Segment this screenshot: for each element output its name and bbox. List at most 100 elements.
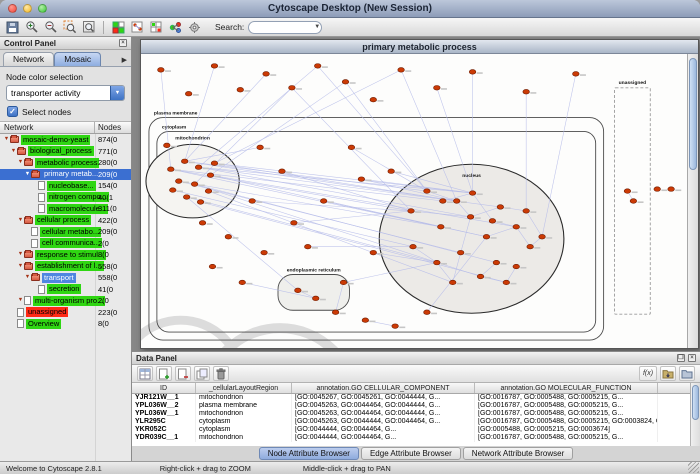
table-cell[interactable]: mitochondrion (196, 410, 292, 418)
network-node[interactable] (291, 221, 298, 226)
network-node[interactable] (457, 250, 464, 255)
network-node[interactable] (370, 250, 377, 255)
network-node[interactable] (199, 221, 206, 226)
table-cell[interactable]: cytoplasm (196, 418, 292, 426)
network-node[interactable] (312, 296, 319, 301)
table-cell[interactable]: [GO:0016787, GO:0005488, GO:0005215, G..… (475, 410, 658, 418)
network-edge[interactable] (187, 197, 298, 290)
network-node[interactable] (358, 177, 365, 182)
table-cell[interactable]: [GO:0016787, GO:0005488, GO:0005215, G..… (475, 402, 658, 410)
network-node[interactable] (209, 264, 216, 269)
network-node[interactable] (305, 244, 312, 249)
scrollbar-thumb[interactable] (692, 385, 699, 420)
tab-network[interactable]: Network (3, 52, 54, 66)
table-row[interactable]: YPL036W__2plasma membrane[GO:0045263, GO… (132, 402, 690, 410)
network-node[interactable] (314, 64, 321, 69)
network-node[interactable] (340, 280, 347, 285)
network-edge[interactable] (214, 70, 401, 163)
network-edge[interactable] (346, 82, 427, 191)
network-node[interactable] (527, 244, 534, 249)
table-cell[interactable]: [GO:0016787, GO:0005488, GO:0005215, G..… (475, 394, 658, 402)
table-cell[interactable]: [GO:0044444, GO:0044464, G... (292, 434, 475, 442)
tree-row[interactable]: ▼mosaic-demo-yeast874(0 (0, 134, 131, 146)
table-cell[interactable]: YKR052C (132, 426, 196, 434)
table-cell[interactable]: [GO:0045267, GO:0045261, GO:0044444, G..… (292, 394, 475, 402)
network-node[interactable] (398, 68, 405, 73)
network-node[interactable] (513, 264, 520, 269)
window-titlebar[interactable]: Cytoscape Desktop (New Session) (0, 0, 700, 18)
tab-edge-attribute-browser[interactable]: Edge Attribute Browser (361, 447, 461, 460)
node-color-select[interactable]: transporter activity (6, 85, 125, 101)
tab-node-attribute-browser[interactable]: Node Attribute Browser (259, 447, 359, 460)
network-node[interactable] (410, 244, 417, 249)
float-panel-icon[interactable]: ❐ (677, 354, 685, 362)
network-node[interactable] (295, 288, 302, 293)
network-node[interactable] (424, 310, 431, 315)
network-node[interactable] (169, 188, 176, 193)
network-node[interactable] (630, 199, 637, 204)
network-edge[interactable] (542, 74, 576, 237)
network-node[interactable] (261, 250, 268, 255)
mosaic-partition-icon[interactable] (148, 19, 165, 35)
tree-row[interactable]: ▼biological_process771(0 (0, 146, 131, 158)
network-node[interactable] (392, 324, 399, 329)
zoom-in-icon[interactable] (23, 19, 40, 35)
table-row[interactable]: YDR039C__1mitochondrion[GO:0044444, GO:0… (132, 434, 690, 442)
network-node[interactable] (424, 189, 431, 194)
expand-toggle-icon[interactable]: ▼ (3, 137, 10, 143)
tree-row[interactable]: ▼cellular process422(0 (0, 215, 131, 227)
network-node[interactable] (440, 199, 447, 204)
tree-row[interactable]: ▼metabolic process280(0 (0, 157, 131, 169)
expand-toggle-icon[interactable]: ▼ (17, 264, 24, 270)
close-panel-icon[interactable]: × (119, 39, 127, 47)
table-cell[interactable]: [GO:0045263, GO:0044464, GO:0044444, G..… (292, 402, 475, 410)
export-attributes-icon[interactable] (679, 366, 695, 381)
network-edge[interactable] (173, 190, 413, 247)
mosaic-settings-icon[interactable] (186, 19, 203, 35)
tree-row[interactable]: nitrogen compo...40(1 (0, 192, 131, 204)
tree-row[interactable]: cellular metabo...209(0 (0, 226, 131, 238)
network-node[interactable] (183, 195, 190, 200)
tree-header-network[interactable]: Network (0, 122, 95, 133)
copy-attribute-icon[interactable] (194, 366, 210, 381)
network-node[interactable] (523, 209, 530, 214)
table-row[interactable]: YLR295Ccytoplasm[GO:0045263, GO:0044444,… (132, 418, 690, 426)
select-attributes-icon[interactable] (137, 366, 153, 381)
network-node[interactable] (181, 159, 188, 164)
expand-toggle-icon[interactable]: ▼ (10, 149, 17, 155)
network-node[interactable] (438, 225, 445, 230)
resize-grip[interactable] (688, 462, 699, 473)
table-cell[interactable]: [GO:0045263, GO:0044464, GO:0044444, G..… (292, 410, 475, 418)
function-builder-icon[interactable]: f(x) (639, 366, 657, 381)
close-window-button[interactable] (8, 4, 17, 13)
network-node[interactable] (434, 85, 441, 90)
table-cell[interactable]: YDR039C__1 (132, 434, 196, 442)
network-node[interactable] (207, 173, 214, 178)
table-row[interactable]: YJR121W__1mitochondrion[GO:0045267, GO:0… (132, 394, 690, 402)
tree-row[interactable]: ▼transport558(0 (0, 272, 131, 284)
table-cell[interactable]: [GO:0045263, GO:0044444, GO:0044464, G..… (292, 418, 475, 426)
table-cell[interactable]: cytoplasm (196, 426, 292, 434)
zoom-out-icon[interactable] (42, 19, 59, 35)
network-node[interactable] (197, 200, 204, 205)
column-header[interactable]: ID (132, 383, 196, 393)
select-dropdown-icon[interactable] (110, 86, 124, 100)
network-node[interactable] (332, 310, 339, 315)
network-node[interactable] (158, 68, 165, 73)
network-node[interactable] (257, 145, 264, 150)
network-vertical-scrollbar[interactable] (687, 54, 698, 348)
network-node[interactable] (362, 318, 369, 323)
network-node[interactable] (211, 64, 218, 69)
attribute-table-header[interactable]: ID_cellularLayoutRegionannotation.GO CEL… (132, 383, 690, 394)
tab-network-attribute-browser[interactable]: Network Attribute Browser (463, 447, 573, 460)
mosaic-layout-icon[interactable] (129, 19, 146, 35)
network-node[interactable] (185, 91, 192, 96)
table-cell[interactable]: plasma membrane (196, 402, 292, 410)
table-cell[interactable]: YJR121W__1 (132, 394, 196, 402)
mosaic-annotate-icon[interactable] (110, 19, 127, 35)
network-node[interactable] (289, 85, 296, 90)
network-node[interactable] (469, 191, 476, 196)
network-node[interactable] (237, 87, 244, 92)
scrollbar-thumb[interactable] (689, 58, 697, 170)
expand-toggle-icon[interactable]: ▼ (17, 218, 24, 224)
